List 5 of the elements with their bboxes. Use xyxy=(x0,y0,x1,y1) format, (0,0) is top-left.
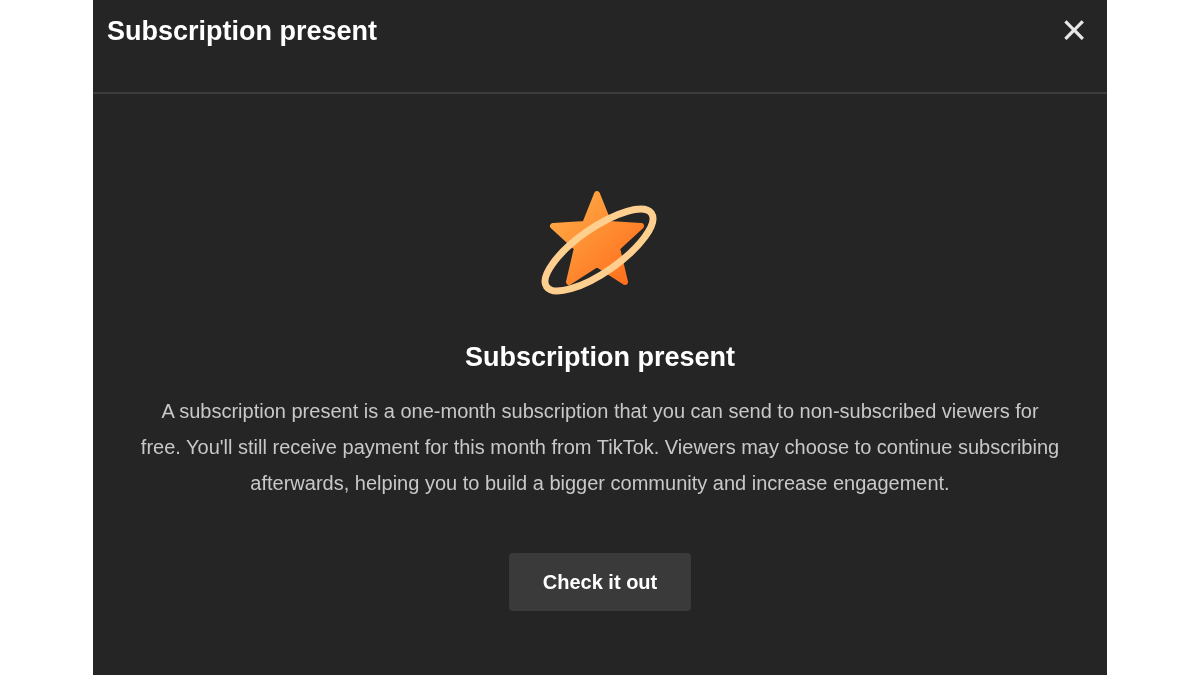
close-button[interactable]: × xyxy=(1055,8,1093,52)
dialog-title: Subscription present xyxy=(107,16,378,47)
check-it-out-button[interactable]: Check it out xyxy=(509,553,691,611)
description-text: A subscription present is a one-month subscription that you can send to non-subscribed viewers for free. You'll still receive payment for this month from TikTok. Viewers may choose to continue subscribing afterwards, helping you to build a bigger community and increase engagement. xyxy=(140,399,1060,496)
content-heading: Subscription present xyxy=(464,342,735,373)
